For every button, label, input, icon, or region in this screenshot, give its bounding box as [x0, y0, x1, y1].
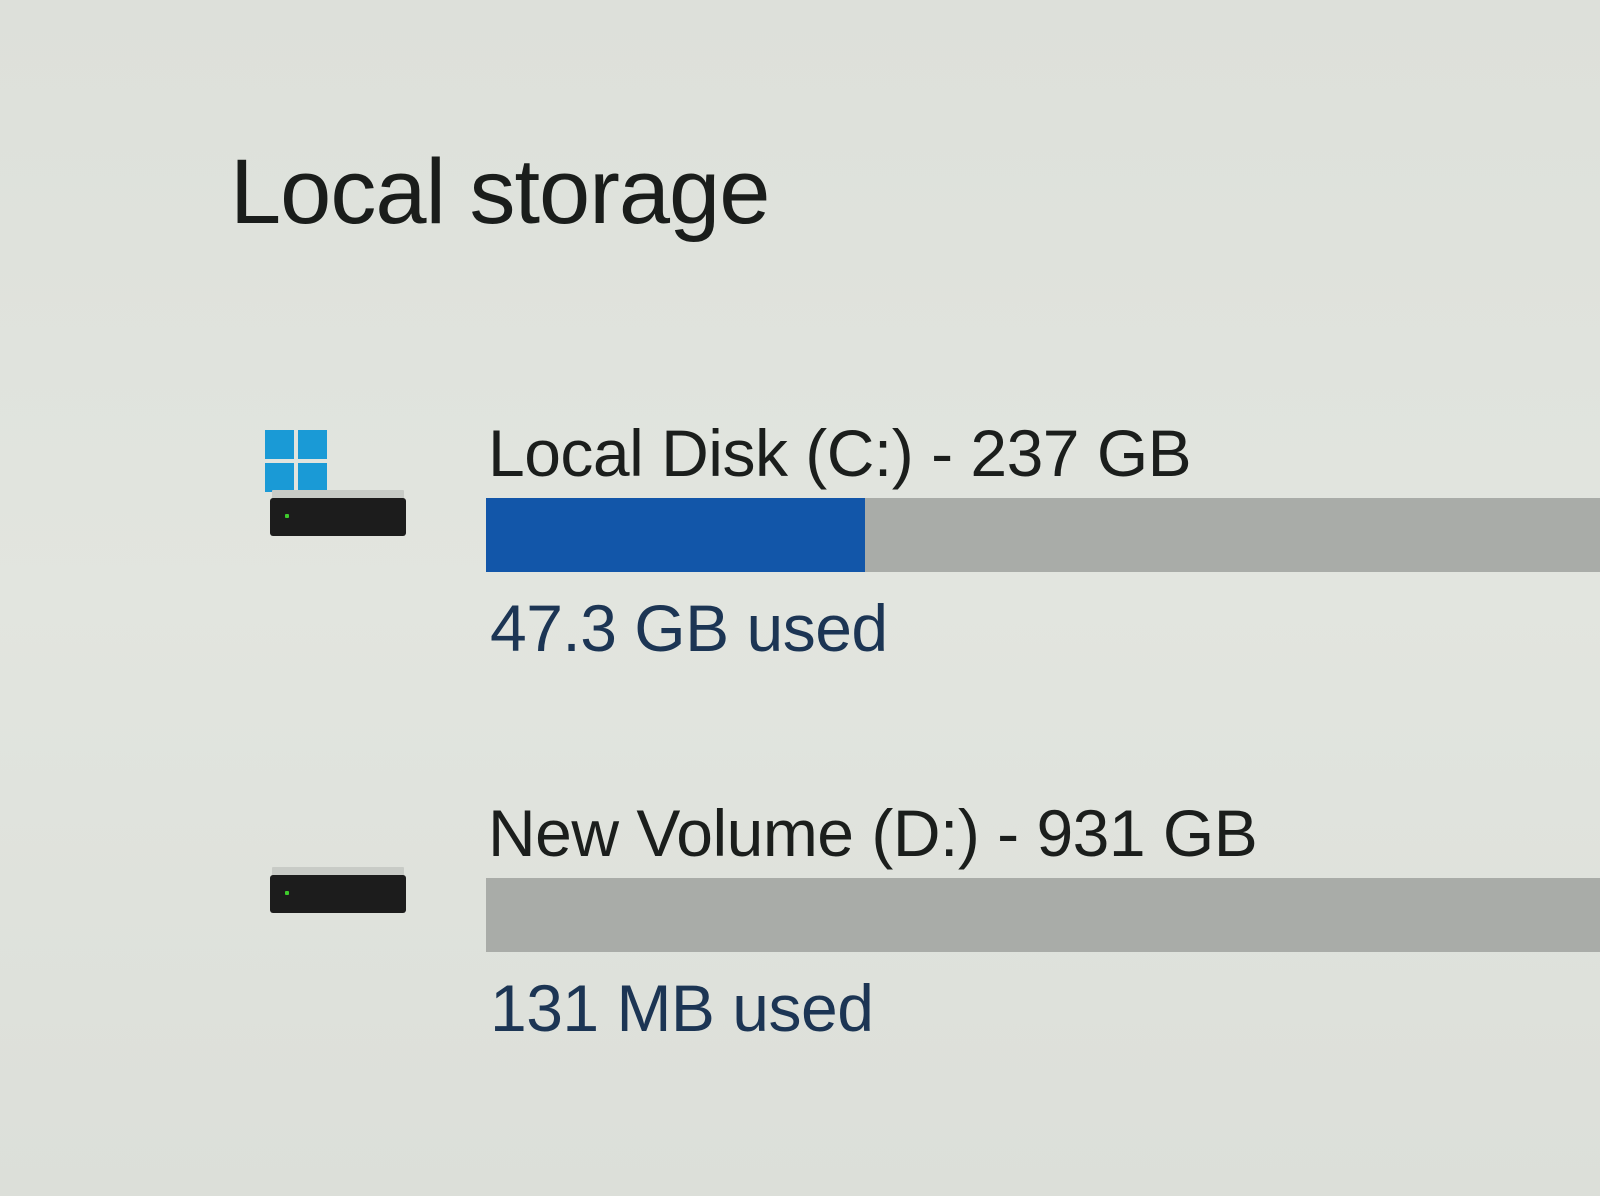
section-title: Local storage [230, 141, 770, 243]
drive-led [285, 891, 289, 895]
drive-name: New Volume (D:) - 931 GB [488, 796, 1258, 870]
usage-bar [486, 498, 1600, 572]
drive-led [285, 514, 289, 518]
drive-used-label: 131 MB used [490, 971, 874, 1045]
hard-drive-icon [270, 498, 406, 536]
usage-bar [486, 878, 1600, 952]
settings-page: Local storage Local Disk (C:) - 237 GB 4… [0, 0, 1600, 1196]
drive-name: Local Disk (C:) - 237 GB [488, 416, 1192, 490]
windows-logo-icon [265, 430, 327, 492]
hard-drive-icon [270, 875, 406, 913]
usage-bar-fill [486, 498, 865, 572]
drive-icon [265, 810, 410, 940]
windows-drive-icon [265, 430, 410, 560]
drive-used-label: 47.3 GB used [490, 591, 888, 665]
